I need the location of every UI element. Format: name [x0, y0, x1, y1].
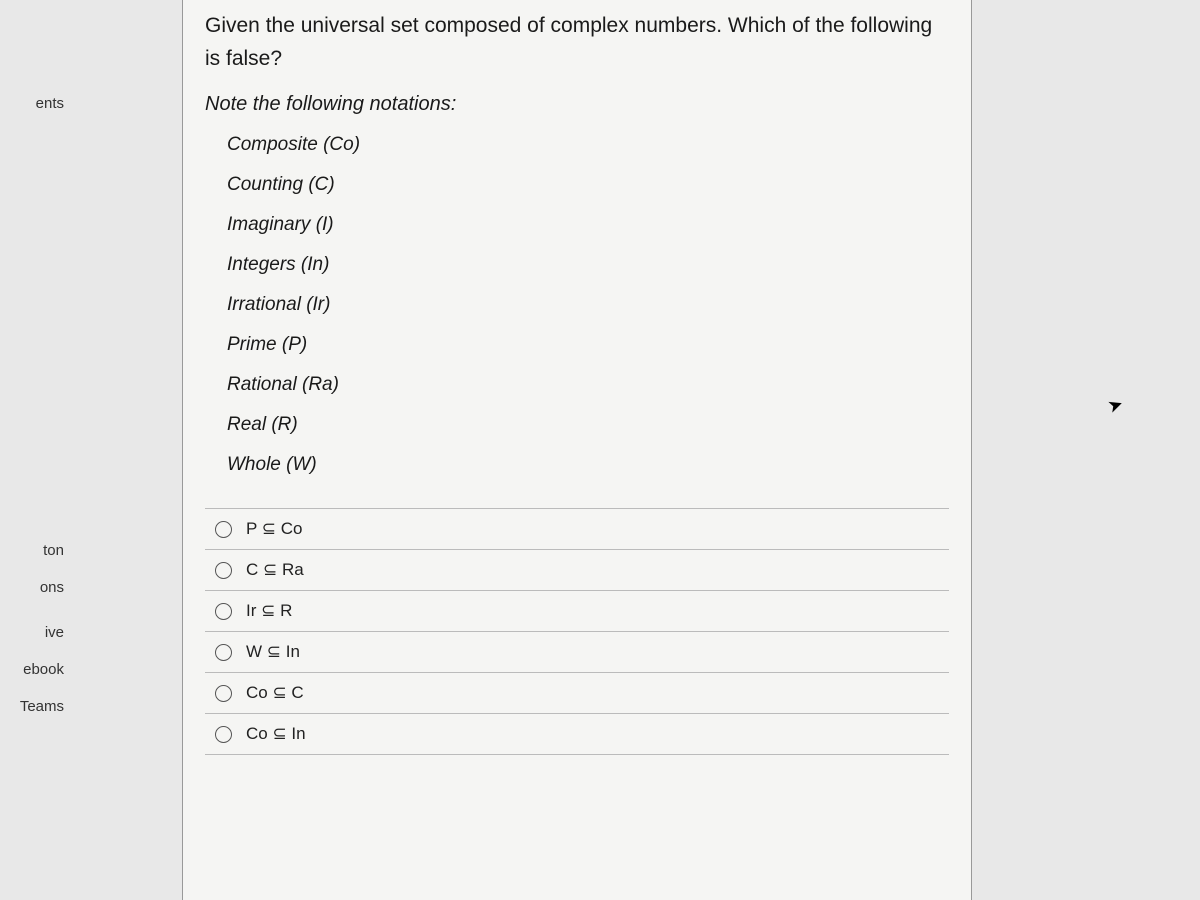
- radio-icon[interactable]: [215, 603, 232, 620]
- option-label: Co ⊆ C: [246, 683, 304, 703]
- notation-item: Composite (Co): [227, 134, 949, 156]
- sidebar: ents ton ons ive ebook Teams: [0, 0, 72, 900]
- notation-list: Composite (Co) Counting (C) Imaginary (I…: [205, 134, 949, 476]
- radio-icon[interactable]: [215, 644, 232, 661]
- option-label: C ⊆ Ra: [246, 560, 304, 580]
- option-row[interactable]: C ⊆ Ra: [205, 549, 949, 590]
- sidebar-item-ive[interactable]: ive: [0, 614, 72, 651]
- sidebar-item-ons[interactable]: ons: [0, 569, 72, 606]
- sidebar-item-ton[interactable]: ton: [0, 532, 72, 569]
- option-label: Co ⊆ In: [246, 724, 306, 744]
- question-note: Note the following notations:: [205, 93, 949, 116]
- notation-item: Rational (Ra): [227, 374, 949, 396]
- option-label: P ⊆ Co: [246, 519, 302, 539]
- notation-item: Prime (P): [227, 334, 949, 356]
- sidebar-item-teams[interactable]: Teams: [0, 688, 72, 725]
- radio-icon[interactable]: [215, 726, 232, 743]
- notation-item: Counting (C): [227, 174, 949, 196]
- option-row[interactable]: W ⊆ In: [205, 631, 949, 672]
- options-list: P ⊆ Co C ⊆ Ra Ir ⊆ R W ⊆ In Co ⊆ C Co ⊆ …: [205, 508, 949, 755]
- notation-item: Imaginary (I): [227, 214, 949, 236]
- question-panel: Given the universal set composed of comp…: [182, 0, 972, 900]
- option-row[interactable]: Co ⊆ C: [205, 672, 949, 713]
- notation-item: Real (R): [227, 414, 949, 436]
- notation-item: Whole (W): [227, 454, 949, 476]
- radio-icon[interactable]: [215, 521, 232, 538]
- option-label: Ir ⊆ R: [246, 601, 292, 621]
- question-prompt: Given the universal set composed of comp…: [205, 10, 949, 75]
- notation-item: Integers (In): [227, 254, 949, 276]
- sidebar-item-ebook[interactable]: ebook: [0, 651, 72, 688]
- option-row[interactable]: Ir ⊆ R: [205, 590, 949, 631]
- option-label: W ⊆ In: [246, 642, 300, 662]
- sidebar-item-ents[interactable]: ents: [0, 85, 72, 122]
- cursor-icon: ➤: [1105, 393, 1126, 418]
- option-row[interactable]: P ⊆ Co: [205, 508, 949, 549]
- radio-icon[interactable]: [215, 685, 232, 702]
- radio-icon[interactable]: [215, 562, 232, 579]
- option-row[interactable]: Co ⊆ In: [205, 713, 949, 755]
- notation-item: Irrational (Ir): [227, 294, 949, 316]
